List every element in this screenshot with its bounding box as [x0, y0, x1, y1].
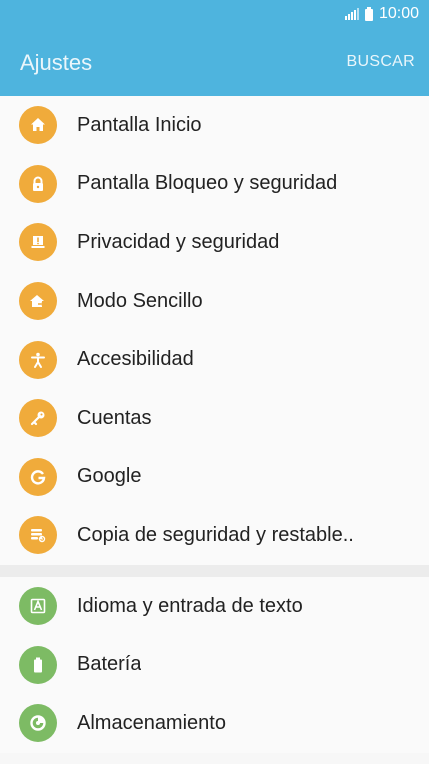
app-bar: Ajustes BUSCAR	[0, 30, 429, 96]
easy-mode-icon	[19, 282, 57, 321]
accessibility-icon	[19, 340, 57, 379]
settings-item-label: Accesibilidad	[77, 348, 194, 371]
clock: 10:00	[378, 5, 419, 22]
settings-item-label: Modo Sencillo	[77, 289, 203, 312]
storage-icon	[19, 704, 57, 743]
status-bar: 10:00	[0, 0, 429, 30]
settings-item-idioma[interactable]: Idioma y entrada de texto	[0, 576, 429, 636]
settings-list: Pantalla Inicio Pantalla Bloqueo y segur…	[0, 96, 429, 753]
settings-item-bateria[interactable]: Batería	[0, 635, 429, 694]
settings-item-modo-sencillo[interactable]: Modo Sencillo	[0, 271, 429, 331]
settings-item-pantalla-bloqueo[interactable]: Pantalla Bloqueo y seguridad	[0, 154, 429, 214]
search-button[interactable]: BUSCAR	[347, 53, 415, 71]
page-title: Ajustes	[20, 50, 93, 75]
battery-status-icon	[364, 7, 373, 21]
settings-item-label: Batería	[77, 653, 142, 676]
lock-icon	[19, 164, 57, 203]
google-icon	[19, 457, 57, 496]
language-icon	[19, 587, 57, 626]
key-icon	[19, 399, 57, 438]
settings-item-cuentas[interactable]: Cuentas	[0, 388, 429, 448]
settings-item-label: Google	[77, 465, 142, 488]
home-icon	[19, 106, 57, 145]
settings-item-accesibilidad[interactable]: Accesibilidad	[0, 330, 429, 389]
settings-item-google[interactable]: Google	[0, 447, 429, 507]
settings-item-copia-seguridad[interactable]: Copia de seguridad y restable..	[0, 506, 429, 565]
settings-item-label: Pantalla Inicio	[77, 113, 202, 136]
privacy-icon	[19, 223, 57, 262]
settings-item-label: Copia de seguridad y restable..	[77, 523, 354, 546]
signal-icon	[344, 8, 359, 20]
settings-item-label: Cuentas	[77, 406, 152, 429]
status-icons: 10:00	[344, 5, 419, 23]
section-divider	[0, 564, 429, 577]
settings-item-pantalla-inicio[interactable]: Pantalla Inicio	[0, 96, 429, 155]
settings-item-label: Almacenamiento	[77, 711, 226, 734]
settings-item-label: Pantalla Bloqueo y seguridad	[77, 172, 338, 195]
settings-item-almacenamiento[interactable]: Almacenamiento	[0, 693, 429, 753]
settings-item-label: Privacidad y seguridad	[77, 230, 280, 253]
backup-icon	[19, 516, 57, 555]
settings-item-label: Idioma y entrada de texto	[77, 594, 303, 617]
battery-icon	[19, 645, 57, 684]
settings-item-privacidad[interactable]: Privacidad y seguridad	[0, 213, 429, 272]
